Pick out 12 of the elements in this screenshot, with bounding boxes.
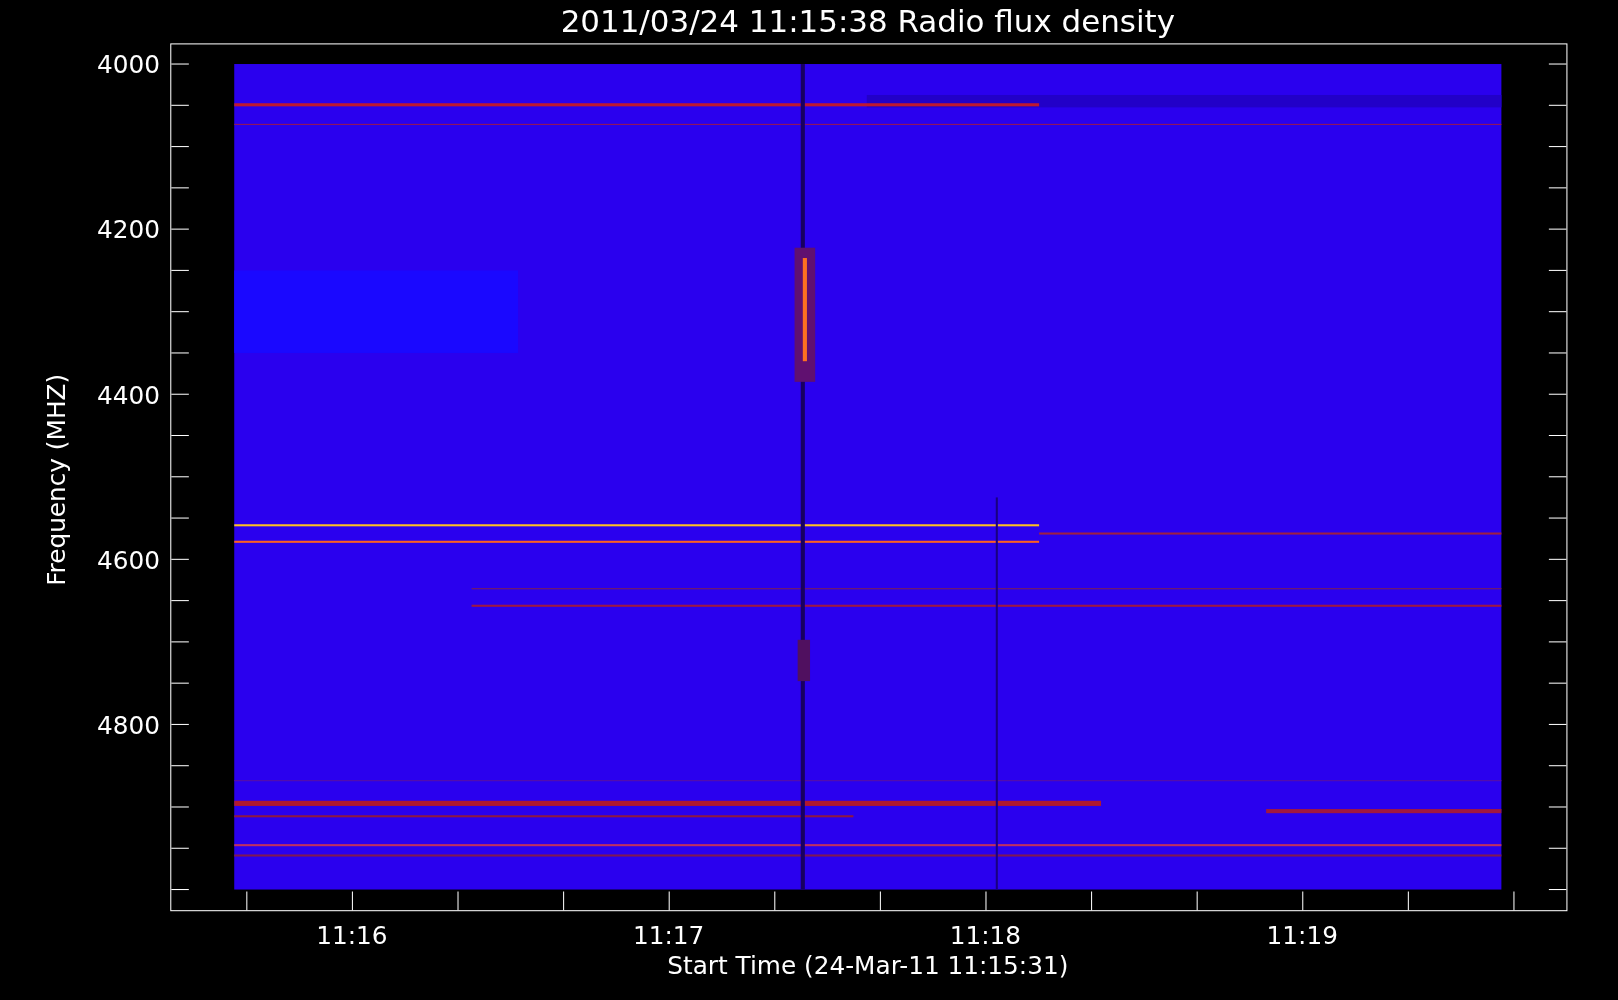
tick-label: 11:18	[949, 921, 1022, 951]
tick-label: 4000	[96, 50, 160, 80]
tick-label: 4800	[96, 710, 160, 740]
tick-label: 11:19	[1266, 921, 1338, 951]
tick-label: 11:16	[316, 921, 388, 951]
chart-title: 2011/03/24 11:15:38 Radio flux density	[560, 3, 1175, 40]
tick-label: 11:17	[633, 921, 705, 951]
tick-label: 4400	[96, 380, 160, 410]
tick-label: 4600	[96, 545, 160, 575]
axis-label: Start Time (24-Mar-11 11:15:31)	[667, 951, 1069, 981]
axis-label: Frequency (MHZ)	[42, 373, 71, 586]
tick-label: 4200	[96, 215, 160, 245]
